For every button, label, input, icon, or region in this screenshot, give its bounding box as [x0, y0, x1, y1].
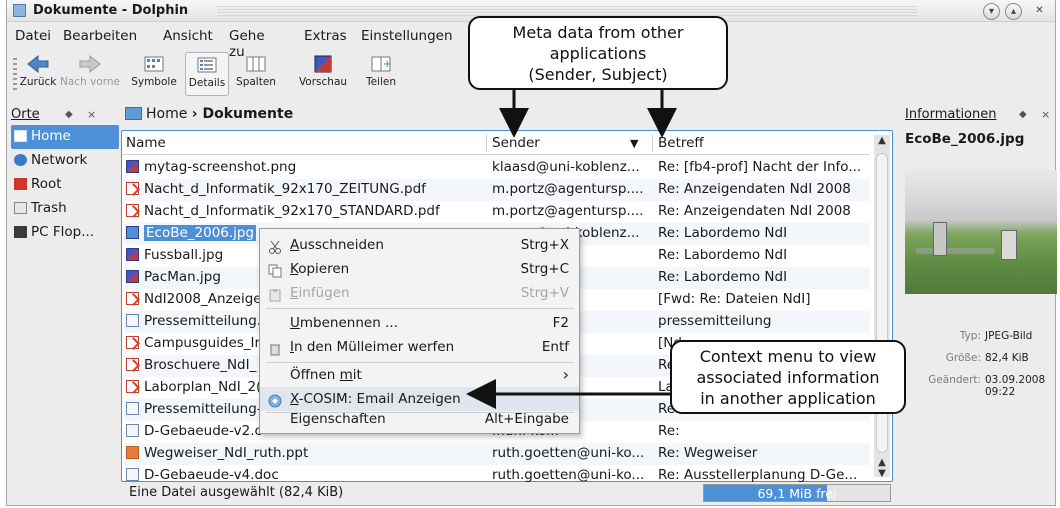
annotation-arrows [466, 90, 677, 409]
